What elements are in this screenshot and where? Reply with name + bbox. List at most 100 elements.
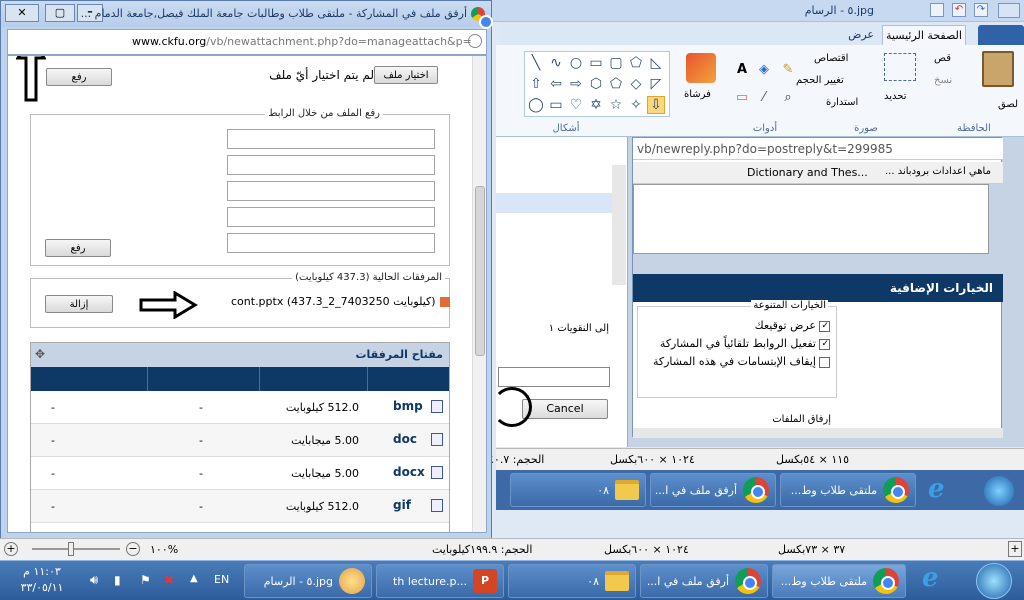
shape-roundrect-icon[interactable]: ▢ <box>607 54 625 72</box>
shape-oval-icon[interactable]: ○ <box>567 54 585 72</box>
popup-scrollbar-thumb[interactable] <box>475 186 485 356</box>
rotate-button[interactable]: استدارة <box>826 97 858 108</box>
drag-handle-icon[interactable]: ✥ <box>35 347 45 361</box>
popup-maximize-button[interactable]: ▢ <box>45 4 75 22</box>
select-label[interactable]: تحديد <box>884 91 907 102</box>
task-powerpoint[interactable]: th lecture.p... P <box>376 564 504 598</box>
choose-file-button[interactable]: اختيار ملف <box>374 66 438 84</box>
shape-heart-icon[interactable]: ♡ <box>567 96 585 114</box>
task-paint[interactable]: jpg.٥ - الرسام <box>244 564 372 598</box>
pencil-icon[interactable]: ✎ <box>778 59 798 79</box>
bg-dropdown[interactable] <box>498 367 610 387</box>
shape-rect-icon[interactable]: ▭ <box>587 54 605 72</box>
shape-arrow-left-icon[interactable]: ⇦ <box>547 75 565 93</box>
bg-url[interactable]: vb/newreply.php?do=postreply&t=299985 <box>637 142 893 156</box>
shape-star5-icon[interactable]: ☆ <box>607 96 625 114</box>
upload-button-2[interactable]: رفع <box>45 239 111 257</box>
bg-option-1[interactable]: ✓عرض توقيعك <box>755 319 830 332</box>
tab-home[interactable]: الصفحة الرئيسية <box>882 25 966 46</box>
clock-time[interactable]: ١١:٠٣ م <box>12 565 72 578</box>
action-center-icon[interactable]: ⚑ <box>140 573 151 587</box>
bg-bookmark-1[interactable]: Dictionary and Thes... <box>747 166 868 179</box>
bg-option-2[interactable]: ✓تفعيل الروابط تلقائياً في المشاركة <box>660 337 830 350</box>
shape-triangle-icon[interactable]: ◺ <box>647 54 665 72</box>
popup-address-bar[interactable]: www.ckfu.org/vb/newattachment.php?do=man… <box>7 29 487 55</box>
brushes-icon[interactable] <box>686 53 716 83</box>
ie-icon[interactable]: e <box>928 474 945 504</box>
bg-scrollbar[interactable] <box>612 165 626 285</box>
shape-curve-icon[interactable]: ∿ <box>547 54 565 72</box>
shape-polygon-icon[interactable]: ⬠ <box>627 54 645 72</box>
task-folder[interactable]: ٠٨ <box>508 564 636 598</box>
language-indicator[interactable]: EN <box>214 573 229 586</box>
task-attach-chrome[interactable]: أرفق ملف في ا... <box>640 564 768 598</box>
bg-option-3[interactable]: إيقاف الإبتسامات في هذه المشاركة <box>653 355 830 368</box>
cut-button[interactable]: قص <box>934 53 951 64</box>
shape-right-triangle-icon[interactable]: ◸ <box>647 75 665 93</box>
help-icon[interactable] <box>498 0 522 22</box>
magnifier-icon[interactable]: ⌕ <box>778 87 798 107</box>
fill-tool-icon[interactable]: ◈ <box>754 59 774 79</box>
shape-arrow-up-icon[interactable]: ⇧ <box>527 75 545 93</box>
bg-cancel-button[interactable]: Cancel <box>522 399 608 419</box>
url-input-3[interactable] <box>227 181 435 201</box>
color-picker-icon[interactable]: ⁄ <box>754 87 774 107</box>
show-hidden-icons[interactable]: ▲ <box>190 573 198 584</box>
zoom-slider-thumb[interactable] <box>68 542 74 556</box>
paint-redo-icon[interactable]: ↷ <box>974 3 988 17</box>
start-button-icon[interactable] <box>984 476 1014 506</box>
url-input-2[interactable] <box>227 155 435 175</box>
copy-button[interactable]: نسخ <box>934 75 952 86</box>
url-input-5[interactable] <box>227 233 435 253</box>
shape-hexagon-icon[interactable]: ⬡ <box>587 75 605 93</box>
volume-icon[interactable]: 🔊︎ <box>90 573 98 588</box>
shape-pentagon-icon[interactable]: ⬠ <box>607 75 625 93</box>
shape-star4-icon[interactable]: ✧ <box>627 96 645 114</box>
paste-icon[interactable] <box>982 51 1014 87</box>
inner-task-attach[interactable]: أرفق ملف في ا... <box>650 473 776 507</box>
paint-menu-button[interactable] <box>978 25 1024 45</box>
url-input-4[interactable] <box>227 207 435 227</box>
inner-task-forum[interactable]: ملتقى طلاب وط... <box>780 473 916 507</box>
page-info-icon[interactable] <box>468 34 482 48</box>
shape-callout2-icon[interactable]: ▭ <box>547 96 565 114</box>
url-input-1[interactable] <box>227 129 435 149</box>
row-ext[interactable]: gif <box>393 498 411 512</box>
remove-attachment-button[interactable]: إزالة <box>45 295 113 313</box>
zoom-in-icon[interactable]: + <box>4 542 18 556</box>
security-icon[interactable]: ✖ <box>164 573 174 587</box>
popup-url[interactable]: www.ckfu.org/vb/newattachment.php?do=man… <box>132 35 472 48</box>
zoom-slider[interactable] <box>32 542 120 556</box>
row-ext[interactable]: bmp <box>393 399 423 413</box>
clock-date[interactable]: ٣٣/٠٥/١١ <box>12 581 72 594</box>
select-icon[interactable] <box>884 53 916 81</box>
shape-arrow-right-icon[interactable]: ⇨ <box>567 75 585 93</box>
text-tool-icon[interactable]: A <box>732 59 752 79</box>
paint-save-icon[interactable] <box>930 3 944 17</box>
brushes-label[interactable]: فرشاة <box>684 89 711 100</box>
crop-button[interactable]: اقتصاص <box>814 53 848 64</box>
ie-taskbar-icon[interactable]: e <box>922 563 939 593</box>
zoom-out-icon[interactable]: − <box>126 542 140 556</box>
quick-access-icon[interactable] <box>998 3 1020 18</box>
network-icon[interactable]: ▮ <box>114 573 121 587</box>
scroll-right-icon[interactable]: + <box>1008 541 1022 557</box>
inner-task-folder[interactable]: ٠٨ <box>510 473 646 507</box>
bg-hscrollbar[interactable] <box>633 428 1003 438</box>
paint-undo-icon[interactable]: ↶ <box>952 3 966 17</box>
resize-button[interactable]: تغيير الحجم <box>796 75 844 86</box>
shape-diamond-icon[interactable]: ◇ <box>627 75 645 93</box>
popup-scrollbar[interactable] <box>472 56 486 532</box>
shape-callout-icon[interactable]: ◯ <box>527 96 545 114</box>
tab-view[interactable]: عرض <box>848 28 874 41</box>
shape-line-icon[interactable]: ╲ <box>527 54 545 72</box>
row-ext[interactable]: doc <box>393 432 417 446</box>
row-ext[interactable]: docx <box>393 465 425 479</box>
task-forum-chrome[interactable]: ملتقى طلاب وط... <box>772 564 906 598</box>
start-button[interactable] <box>976 563 1012 599</box>
shape-arrow-down-icon[interactable]: ⇩ <box>647 96 665 114</box>
shape-star6-icon[interactable]: ✡ <box>587 96 605 114</box>
upload-button-1[interactable]: رفع <box>46 68 112 86</box>
bg-bookmark-2[interactable]: ماهي اعدادات برودباند ... <box>885 166 991 177</box>
shapes-gallery[interactable]: ╲ ∿ ○ ▭ ▢ ⬠ ◺ ⇧ ⇦ ⇨ ⬡ ⬠ ◇ ◸ ◯ ▭ ♡ ✡ ☆ ✧ … <box>524 51 670 117</box>
